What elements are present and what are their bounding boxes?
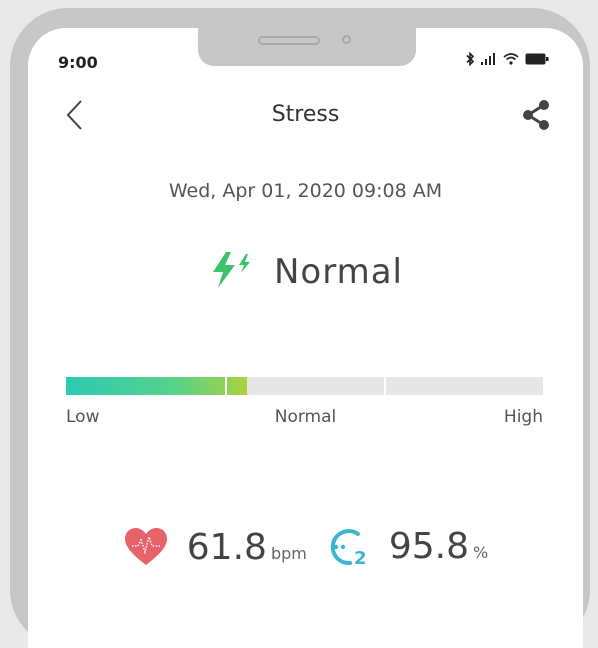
bluetooth-icon	[465, 52, 475, 66]
stress-bar	[66, 377, 543, 395]
front-camera	[342, 35, 351, 44]
speaker-grille	[258, 36, 320, 45]
share-icon	[523, 100, 549, 130]
app-header: Stress	[28, 92, 583, 136]
lightning-icon	[208, 250, 256, 294]
heart-rate-metric: 61.8 bpm	[123, 527, 307, 568]
spo2-metric: 2 95.8 %	[327, 526, 488, 568]
stress-level-text: Normal	[273, 252, 404, 292]
heart-rate-unit: bpm	[270, 543, 307, 563]
stress-label-normal: Normal	[274, 407, 337, 427]
stress-level-row: Normal	[28, 250, 583, 294]
share-button[interactable]	[519, 98, 553, 132]
stress-label-high: High	[503, 407, 543, 427]
status-time: 9:00	[58, 53, 98, 72]
spo2-value: 95.8	[388, 526, 469, 567]
stress-bar-divider	[225, 377, 227, 395]
wifi-icon	[503, 53, 519, 65]
stress-bar-divider	[384, 377, 386, 395]
signal-icon	[481, 53, 497, 65]
heart-icon	[123, 527, 169, 567]
battery-icon	[525, 53, 549, 65]
o2-icon: 2	[327, 526, 373, 568]
phone-notch	[198, 28, 416, 66]
status-icons	[465, 52, 549, 66]
heart-rate-value: 61.8	[186, 526, 267, 568]
spo2-unit: %	[473, 543, 489, 562]
page-title: Stress	[271, 102, 340, 127]
vitals-row: 61.8 bpm 2 95.8 %	[28, 526, 583, 568]
app-screen: 9:00 Stress Wed, Apr 01, 2020 09:08 AM N…	[28, 28, 583, 648]
svg-text:2: 2	[354, 548, 367, 568]
measurement-timestamp: Wed, Apr 01, 2020 09:08 AM	[168, 180, 443, 202]
stress-bar-fill	[66, 377, 248, 395]
